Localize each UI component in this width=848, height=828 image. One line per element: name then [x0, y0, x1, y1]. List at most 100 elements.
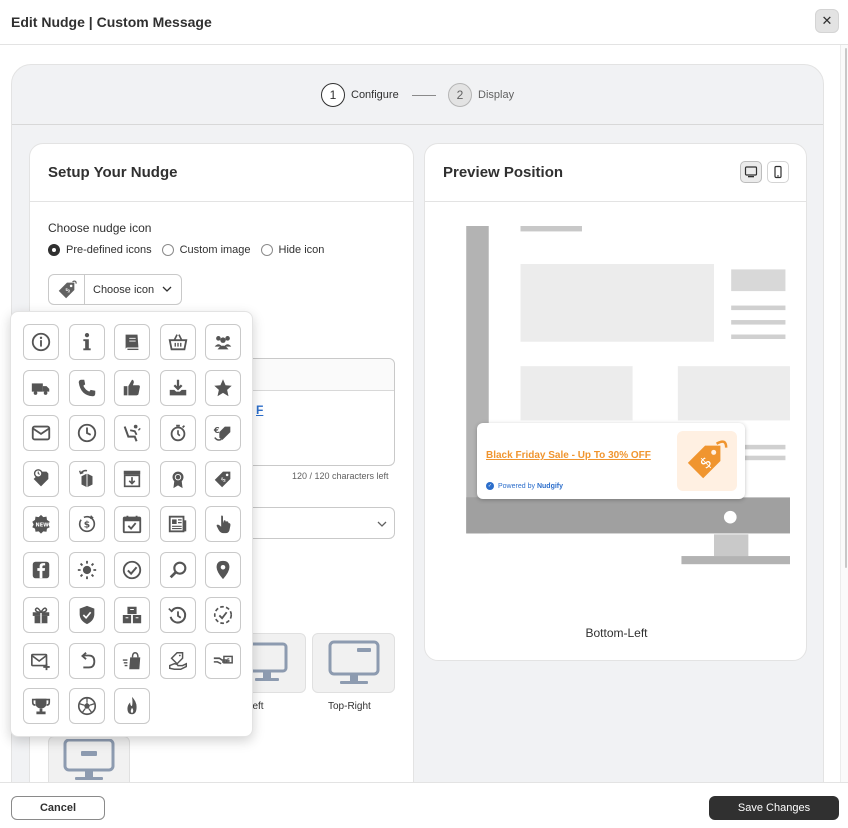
icon-option-book[interactable]: [114, 324, 150, 360]
divider: [425, 201, 806, 202]
icon-option-clock[interactable]: [68, 415, 105, 451]
step-1-number[interactable]: 1: [321, 83, 345, 107]
icon-option-new-badge[interactable]: NEW: [23, 506, 59, 542]
dollar-tag-icon: $: [687, 440, 728, 479]
mobile-toggle-button[interactable]: [767, 161, 789, 183]
icon-option-seat[interactable]: [114, 415, 150, 451]
clock-icon: [77, 423, 96, 443]
position-tile-top-right[interactable]: [312, 633, 395, 693]
char-count: 120 / 120 characters left: [292, 471, 389, 481]
icon-option-timer-tag[interactable]: [23, 460, 59, 497]
icon-option-dollar-tag[interactable]: $: [205, 460, 241, 497]
icon-option-facebook[interactable]: [23, 551, 59, 588]
icon-option-trophy[interactable]: [23, 688, 59, 724]
location-pin-icon: [216, 560, 230, 579]
check-badge-icon: ✓: [486, 482, 494, 490]
radio-custom-image[interactable]: Custom image: [161, 244, 251, 256]
icon-option-location-pin[interactable]: [205, 551, 241, 588]
icon-option-basket[interactable]: [159, 324, 196, 360]
save-changes-button[interactable]: Save Changes: [709, 796, 839, 820]
radio-dot[interactable]: [161, 244, 174, 256]
position-tile-bottom[interactable]: [48, 736, 130, 786]
check-dashed-icon: [213, 605, 233, 625]
icon-option-check-circle[interactable]: [114, 551, 150, 588]
close-button[interactable]: ✕: [815, 9, 839, 33]
icon-option-undo[interactable]: [68, 642, 105, 679]
icon-option-shield[interactable]: [68, 597, 105, 633]
radio-dot[interactable]: [260, 244, 273, 256]
cancel-button[interactable]: Cancel: [11, 796, 105, 820]
dollar-cycle-icon: $: [78, 515, 95, 533]
icon-option-history[interactable]: [159, 597, 196, 633]
icon-option-hand-pointer[interactable]: [205, 506, 241, 542]
icon-option-phone[interactable]: [68, 369, 105, 406]
icon-option-thumbs-up[interactable]: [114, 369, 150, 406]
soccer-ball-icon: [77, 696, 96, 716]
choose-icon-dropdown[interactable]: $ Choose icon: [48, 274, 182, 305]
icon-option-return-box[interactable]: [68, 460, 105, 497]
radio-predefined-icons[interactable]: Pre-defined icons: [48, 244, 152, 256]
fire-icon: [127, 696, 137, 715]
thumbs-up-icon: [123, 379, 140, 395]
icon-option-download[interactable]: [159, 369, 196, 406]
seat-icon: [123, 424, 141, 442]
icon-option-mail-plus[interactable]: [23, 642, 59, 679]
history-icon: [167, 606, 186, 624]
radio-dot[interactable]: [48, 244, 60, 256]
message-link-text[interactable]: F: [256, 403, 263, 417]
sun-icon: [77, 560, 96, 579]
mobile-icon: [774, 165, 782, 179]
icon-option-newspaper[interactable]: [159, 506, 196, 542]
powered-by: ✓ Powered by Nudgify: [486, 482, 563, 490]
scrollbar-thumb[interactable]: [845, 48, 847, 568]
icon-option-store-download[interactable]: [114, 460, 150, 497]
icon-option-tag-hand[interactable]: [159, 642, 196, 679]
icon-grid: € $ NEW $ $: [23, 324, 241, 724]
icon-option-soccer-ball[interactable]: [68, 688, 105, 724]
return-box-icon: [78, 469, 92, 487]
icon-option-boxes[interactable]: [114, 597, 150, 633]
icon-option-sun[interactable]: [68, 551, 105, 588]
icon-option-award[interactable]: [159, 460, 196, 497]
radio-label: Custom image: [179, 244, 251, 256]
icon-option-check-dashed[interactable]: [205, 597, 241, 633]
icon-option-star[interactable]: [205, 369, 241, 406]
icon-option-truck[interactable]: [23, 369, 59, 406]
step-2-number[interactable]: 2: [448, 83, 472, 107]
facebook-icon: [32, 561, 50, 578]
monitor-illustration: [466, 226, 790, 565]
icon-option-fire[interactable]: [114, 688, 150, 724]
radio-label: Pre-defined icons: [66, 244, 152, 256]
icon-option-dollar-hand[interactable]: $: [205, 642, 241, 679]
icon-option-envelope[interactable]: [23, 415, 59, 451]
envelope-icon: [31, 425, 51, 441]
modal-header: Edit Nudge | Custom Message ✕: [0, 0, 848, 45]
step-connector: [412, 95, 436, 96]
radio-hide-icon[interactable]: Hide icon: [260, 244, 324, 256]
award-icon: [172, 471, 183, 488]
step-1-label[interactable]: Configure: [351, 89, 399, 101]
close-icon: ✕: [821, 13, 833, 28]
modal-footer: Cancel Save Changes: [0, 782, 848, 828]
preview-canvas: [449, 226, 790, 602]
icon-option-info-circle[interactable]: [23, 324, 59, 360]
icon-option-euro-tag[interactable]: €: [205, 415, 241, 451]
shield-icon: [79, 605, 94, 625]
phone-icon: [78, 379, 95, 396]
icon-option-gift[interactable]: [23, 597, 59, 633]
desktop-toggle-button[interactable]: [740, 161, 762, 183]
icon-option-info[interactable]: [68, 324, 105, 360]
icon-option-calendar-check[interactable]: [114, 506, 150, 542]
icon-option-fast-bag[interactable]: [114, 642, 150, 679]
book-icon: [125, 334, 139, 351]
undo-icon: [80, 651, 95, 668]
preview-position-label: Bottom-Left: [585, 626, 648, 640]
mail-plus-icon: [31, 653, 50, 670]
icon-option-stopwatch[interactable]: [159, 415, 196, 451]
step-2-label[interactable]: Display: [478, 89, 514, 101]
icon-option-dollar-cycle[interactable]: $: [68, 506, 105, 542]
icon-option-search[interactable]: [159, 551, 196, 588]
icon-option-users[interactable]: [205, 324, 241, 360]
divider: [30, 201, 413, 202]
check-circle-icon: [122, 560, 142, 579]
